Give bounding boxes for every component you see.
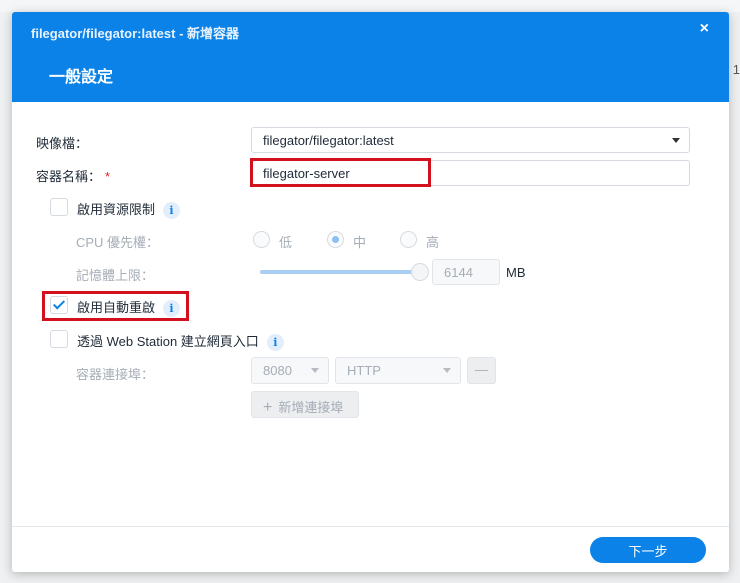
image-value: filegator/filegator:latest — [263, 133, 394, 148]
cpu-high-label: 高 — [426, 235, 440, 250]
cpu-low-label: 低 — [279, 235, 293, 250]
memory-slider-thumb[interactable] — [411, 263, 429, 281]
section-title: 一般設定 — [49, 69, 114, 86]
required-marker: * — [105, 169, 111, 184]
cpu-low-radio[interactable] — [253, 231, 270, 248]
image-label: 映像檔： — [36, 136, 89, 151]
chevron-down-icon — [672, 138, 680, 143]
chevron-down-icon — [311, 368, 319, 373]
chevron-down-icon — [443, 368, 451, 373]
image-select[interactable]: filegator/filegator:latest — [251, 127, 690, 153]
cpu-medium-label: 中 — [353, 235, 367, 250]
memory-limit-label: 記憶體上限： — [76, 268, 155, 283]
dialog-title: filegator/filegator:latest - 新增容器 — [31, 26, 240, 41]
highlight-box — [250, 158, 431, 187]
port-select[interactable]: 8080 — [251, 357, 329, 384]
create-container-dialog: filegator/filegator:latest - 新增容器 × 一般設定… — [12, 12, 729, 572]
cpu-priority-label: CPU 優先權： — [76, 235, 160, 250]
info-icon[interactable]: i — [266, 334, 284, 352]
container-name-label-text: 容器名稱： — [36, 169, 102, 184]
highlight-box — [42, 291, 189, 321]
memory-input[interactable]: 6144 — [432, 259, 500, 285]
dialog-header: filegator/filegator:latest - 新增容器 × 一般設定 — [12, 12, 729, 102]
next-button[interactable]: 下一步 — [590, 537, 706, 563]
footer-divider — [12, 526, 729, 527]
plus-icon: + — [263, 399, 273, 416]
remove-port-button[interactable]: — — [467, 357, 496, 384]
add-port-label: 新增連接埠 — [278, 400, 344, 415]
background-app — [0, 0, 740, 12]
container-port-label: 容器連接埠： — [76, 367, 155, 382]
resource-limit-label: 啟用資源限制 i — [77, 199, 181, 220]
add-port-button[interactable]: + 新增連接埠 — [251, 391, 359, 418]
close-icon[interactable]: × — [700, 20, 709, 38]
resource-limit-text: 啟用資源限制 — [77, 202, 156, 217]
protocol-select[interactable]: HTTP — [335, 357, 461, 384]
cpu-medium-radio[interactable] — [327, 231, 344, 248]
protocol-value: HTTP — [347, 363, 381, 378]
web-station-label: 透過 Web Station 建立網頁入口 i — [77, 331, 284, 352]
resource-limit-checkbox[interactable] — [50, 198, 68, 216]
info-icon[interactable]: i — [163, 202, 181, 220]
port-value: 8080 — [263, 363, 292, 378]
container-name-label: 容器名稱： * — [36, 166, 110, 185]
web-station-checkbox[interactable] — [50, 330, 68, 348]
cpu-high-radio[interactable] — [400, 231, 417, 248]
memory-slider-track[interactable] — [260, 270, 422, 274]
web-station-text: 透過 Web Station 建立網頁入口 — [77, 334, 259, 349]
background-text: 1 — [732, 62, 740, 77]
memory-unit: MB — [506, 265, 526, 280]
